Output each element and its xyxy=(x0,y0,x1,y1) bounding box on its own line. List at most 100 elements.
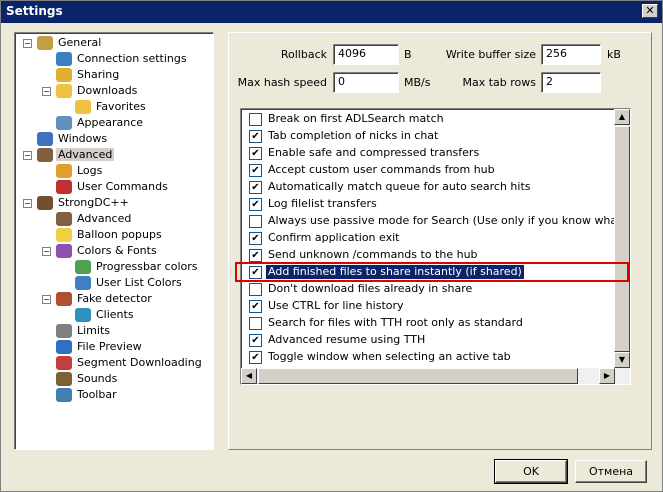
option-checkbox[interactable] xyxy=(249,130,262,143)
option-checkbox[interactable] xyxy=(249,113,262,126)
option-row[interactable]: Always use passive mode for Search (Use … xyxy=(246,213,614,230)
collapse-toggle-icon[interactable]: − xyxy=(42,295,51,304)
max-hash-unit: MB/s xyxy=(404,76,431,89)
tree-item-label: Appearance xyxy=(77,116,144,129)
option-row[interactable]: Use CTRL for line history xyxy=(246,298,614,315)
option-checkbox[interactable] xyxy=(249,198,262,211)
option-checkbox[interactable] xyxy=(249,351,262,364)
tree-item-label: Favorites xyxy=(96,100,146,113)
option-row[interactable]: Log filelist transfers xyxy=(246,196,614,213)
vertical-scroll-thumb[interactable] xyxy=(614,126,630,352)
collapse-toggle-icon[interactable]: − xyxy=(42,247,51,256)
option-checkbox[interactable] xyxy=(249,249,262,262)
palette-icon xyxy=(56,116,72,130)
tree-item-label: Windows xyxy=(58,132,108,145)
option-checkbox[interactable] xyxy=(249,232,262,245)
scroll-left-arrow-icon[interactable]: ◀ xyxy=(241,368,257,384)
option-label: Don't download files already in share xyxy=(268,282,473,295)
tree-item[interactable]: File Preview xyxy=(56,339,144,355)
option-checkbox[interactable] xyxy=(249,164,262,177)
tree-item[interactable]: StrongDC++ xyxy=(37,195,131,211)
tree-item-label: User List Colors xyxy=(96,276,182,289)
tree-item[interactable]: Fake detector xyxy=(56,291,154,307)
segment-icon xyxy=(56,356,72,370)
option-label: Break on first ADLSearch match xyxy=(268,112,444,125)
option-row[interactable]: Confirm application exit xyxy=(246,230,614,247)
option-checkbox[interactable] xyxy=(249,147,262,160)
tree-item[interactable]: General xyxy=(37,35,103,51)
tree-item[interactable]: Clients xyxy=(75,307,136,323)
tree-item[interactable]: Logs xyxy=(56,163,104,179)
tree-item[interactable]: Toolbar xyxy=(56,387,119,403)
cancel-button[interactable]: Отмена xyxy=(575,460,647,483)
tree-item[interactable]: Advanced xyxy=(56,211,133,227)
max-hash-input[interactable]: 0 xyxy=(333,72,399,93)
title-bar: Settings ✕ xyxy=(1,1,662,23)
option-row[interactable]: Toggle window when selecting an active t… xyxy=(246,349,614,366)
option-checkbox[interactable] xyxy=(249,317,262,330)
tree-item[interactable]: Segment Downloading xyxy=(56,355,204,371)
horizontal-scrollbar[interactable]: ◀ ▶ xyxy=(241,368,616,384)
tree-item-label: Clients xyxy=(96,308,134,321)
horizontal-scroll-thumb[interactable] xyxy=(258,368,578,384)
collapse-toggle-icon[interactable]: − xyxy=(23,151,32,160)
option-row[interactable]: Tab completion of nicks in chat xyxy=(246,128,614,145)
window-title: Settings xyxy=(6,4,63,18)
option-label: Always use passive mode for Search (Use … xyxy=(268,214,614,227)
tree-item-label: Sounds xyxy=(77,372,118,385)
option-label: Search for files with TTH root only as s… xyxy=(268,316,523,329)
log-icon xyxy=(56,164,72,178)
close-button[interactable]: ✕ xyxy=(642,4,658,18)
option-row[interactable]: Advanced resume using TTH xyxy=(246,332,614,349)
option-label: Tab completion of nicks in chat xyxy=(268,129,439,142)
option-checkbox[interactable] xyxy=(249,215,262,228)
tree-item[interactable]: Appearance xyxy=(56,115,145,131)
option-row[interactable]: Search for files with TTH root only as s… xyxy=(246,315,614,332)
option-label: Enable safe and compressed transfers xyxy=(268,146,480,159)
option-row[interactable]: Don't download files already in share xyxy=(246,281,614,298)
tree-item[interactable]: Colors & Fonts xyxy=(56,243,159,259)
write-buffer-input[interactable]: 256 xyxy=(541,44,601,65)
tree-item[interactable]: User List Colors xyxy=(75,275,184,291)
tree-item[interactable]: Advanced xyxy=(37,147,115,163)
tree-item[interactable]: Sounds xyxy=(56,371,119,387)
tree-item[interactable]: Connection settings xyxy=(56,51,189,67)
option-row[interactable]: Break on first ADLSearch match xyxy=(246,111,614,128)
tree-item-label: Segment Downloading xyxy=(77,356,202,369)
option-checkbox[interactable] xyxy=(249,300,262,313)
option-row[interactable]: Automatically match queue for auto searc… xyxy=(246,179,614,196)
collapse-toggle-icon[interactable]: − xyxy=(23,39,32,48)
vertical-scrollbar[interactable]: ▲ ▼ xyxy=(614,109,630,384)
scroll-up-arrow-icon[interactable]: ▲ xyxy=(614,109,630,125)
option-checkbox[interactable] xyxy=(249,283,262,296)
option-checkbox[interactable] xyxy=(249,334,262,347)
max-tab-label: Max tab rows xyxy=(462,76,536,89)
ok-button[interactable]: OK xyxy=(494,459,568,484)
tree-item[interactable]: Sharing xyxy=(56,67,121,83)
scroll-down-arrow-icon[interactable]: ▼ xyxy=(614,352,630,368)
tree-item[interactable]: Favorites xyxy=(75,99,148,115)
tree-item[interactable]: User Commands xyxy=(56,179,170,195)
tree-item-label: File Preview xyxy=(77,340,142,353)
tree-item[interactable]: Limits xyxy=(56,323,112,339)
collapse-toggle-icon[interactable]: − xyxy=(42,87,51,96)
scroll-right-arrow-icon[interactable]: ▶ xyxy=(599,368,615,384)
option-label: Confirm application exit xyxy=(268,231,400,244)
gear-icon xyxy=(37,36,53,50)
userlist-icon xyxy=(75,276,91,290)
tree-item[interactable]: Progressbar colors xyxy=(75,259,200,275)
rollback-input[interactable]: 4096 xyxy=(333,44,399,65)
collapse-toggle-icon[interactable]: − xyxy=(23,199,32,208)
max-hash-label: Max hash speed xyxy=(237,76,327,89)
tree-item[interactable]: Windows xyxy=(37,131,109,147)
tree-item-label: Colors & Fonts xyxy=(77,244,157,257)
options-list[interactable]: Break on first ADLSearch match Tab comple… xyxy=(240,108,631,385)
option-row[interactable]: Accept custom user commands from hub xyxy=(246,162,614,179)
tree-item[interactable]: Balloon popups xyxy=(56,227,164,243)
settings-tree[interactable]: General − Connection settings Sharing Downlo… xyxy=(14,32,214,450)
option-row[interactable]: Enable safe and compressed transfers xyxy=(246,145,614,162)
option-checkbox[interactable] xyxy=(249,181,262,194)
tree-item[interactable]: Downloads xyxy=(56,83,139,99)
max-tab-input[interactable]: 2 xyxy=(541,72,601,93)
option-label: Send unknown /commands to the hub xyxy=(268,248,478,261)
